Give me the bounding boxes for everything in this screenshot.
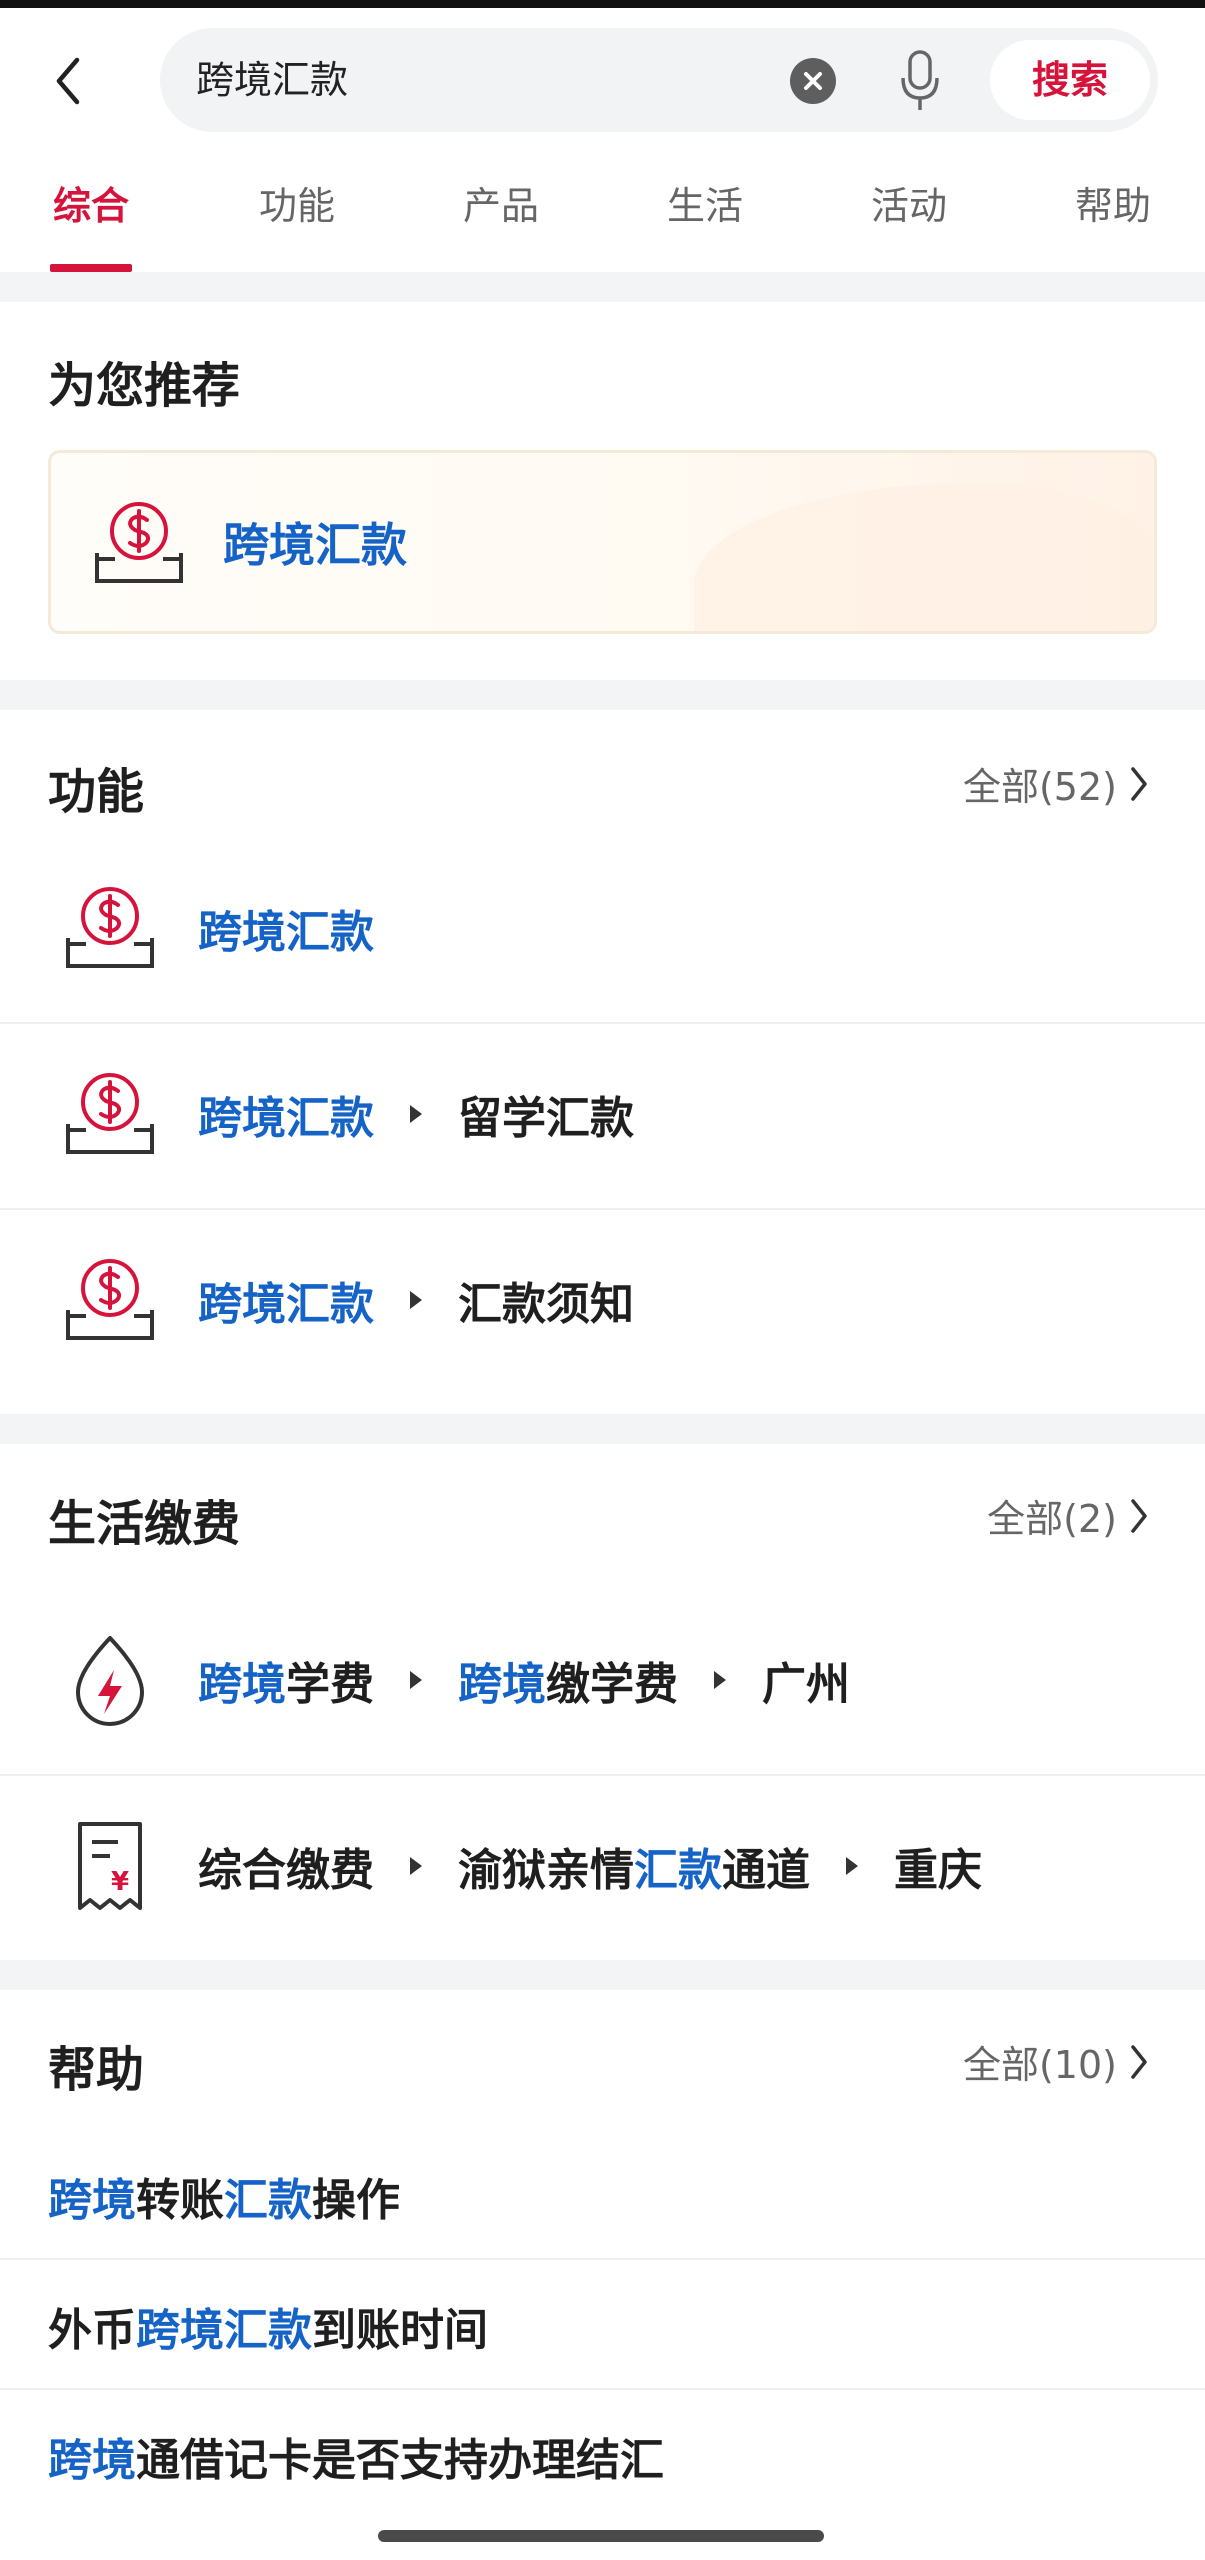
life-payment-label: 跨境 学费 跨境 缴学费 广州: [198, 1630, 850, 1730]
function-result-label: 跨境汇款 汇款须知: [198, 1250, 634, 1350]
help-text-segment: 跨境: [48, 2175, 136, 2226]
chevron-right-icon: [1131, 2044, 1147, 2079]
help-view-all-link[interactable]: 全部(10): [963, 2034, 1149, 2089]
breadcrumb-arrow-icon: [714, 1671, 726, 1689]
result-text-segment: 缴学费: [546, 1659, 678, 1710]
chevron-left-icon: [56, 57, 80, 105]
section-divider: [0, 1960, 1205, 1990]
help-section-title: 帮助: [48, 2042, 145, 2098]
help-text-segment: 汇款: [224, 2175, 312, 2226]
dollar-coin-tray-icon: [66, 887, 154, 968]
result-text-segment: 跨境汇款: [198, 1093, 374, 1144]
chevron-right-icon: [1131, 1498, 1147, 1533]
help-text-segment: 操作: [312, 2175, 400, 2226]
life-payment-label: 综合缴费 渝狱亲情 汇款 通道 重庆: [198, 1816, 982, 1916]
section-divider: [0, 272, 1205, 302]
life-view-all-label: 全部(2): [987, 1497, 1117, 1541]
result-text-segment: 跨境: [458, 1659, 546, 1710]
function-result-row[interactable]: [0, 836, 1205, 1022]
help-text-segment: 跨境汇款: [136, 2305, 312, 2356]
svg-text:¥: ¥: [111, 1867, 129, 1897]
result-text-segment: 跨境: [198, 1659, 286, 1710]
back-button[interactable]: [40, 46, 96, 116]
breadcrumb-arrow-icon: [410, 1671, 422, 1689]
electricity-drop-icon: [76, 1636, 144, 1726]
help-text-segment: 转账: [136, 2175, 224, 2226]
help-text-segment: 通借记卡是否支持办理结汇: [136, 2435, 664, 2486]
chevron-right-icon: [1131, 766, 1147, 801]
tab-functions[interactable]: 功能: [236, 140, 358, 272]
result-text-segment: 留学汇款: [458, 1093, 634, 1144]
help-article-link[interactable]: 外币跨境汇款到账时间: [48, 2294, 488, 2358]
card-decoration: [694, 483, 1154, 631]
result-text-segment: 汇款: [634, 1845, 722, 1896]
search-header: 跨境汇款 搜索: [0, 8, 1205, 138]
result-tabs: 综合 功能 产品 生活 活动 帮助: [0, 140, 1205, 272]
function-result-label: 跨境汇款: [198, 878, 374, 978]
result-text-segment: 重庆: [894, 1845, 982, 1896]
functions-section-title: 功能: [48, 764, 145, 820]
result-text-segment: 广州: [762, 1659, 850, 1710]
result-text-segment: 跨境汇款: [198, 907, 374, 958]
help-text-segment: 外币: [48, 2305, 136, 2356]
row-divider: [0, 2388, 1205, 2390]
breadcrumb-arrow-icon: [410, 1857, 422, 1875]
help-view-all-label: 全部(10): [962, 2043, 1117, 2087]
function-result-label: 跨境汇款 留学汇款: [198, 1064, 634, 1164]
search-input[interactable]: 跨境汇款 搜索: [160, 28, 1158, 132]
recommend-item-label: 跨境汇款: [223, 518, 407, 572]
active-tab-indicator: [50, 264, 132, 272]
close-icon: [804, 72, 822, 90]
section-divider: [0, 1414, 1205, 1444]
tab-help[interactable]: 帮助: [1052, 140, 1174, 272]
tab-life[interactable]: 生活: [644, 140, 766, 272]
result-text-segment: 综合缴费: [198, 1845, 374, 1896]
section-divider: [0, 680, 1205, 710]
dollar-coin-tray-icon: [66, 1073, 154, 1154]
result-text-segment: 跨境汇款: [198, 1279, 374, 1330]
status-bar-edge: [0, 0, 1205, 8]
tab-all[interactable]: 综合: [30, 140, 152, 272]
help-text-segment: 跨境: [48, 2435, 136, 2486]
help-text-segment: 到账时间: [312, 2305, 488, 2356]
functions-view-all-link[interactable]: 全部(52): [963, 756, 1149, 811]
receipt-yen-icon: ¥: [78, 1822, 142, 1910]
result-text-segment: 学费: [286, 1659, 374, 1710]
home-indicator: [378, 2530, 824, 2542]
search-button[interactable]: 搜索: [990, 40, 1150, 120]
result-text-segment: 渝狱亲情: [458, 1845, 634, 1896]
breadcrumb-arrow-icon: [410, 1105, 422, 1123]
result-text-segment: 汇款须知: [458, 1279, 634, 1330]
help-article-link[interactable]: 跨境通借记卡是否支持办理结汇: [48, 2424, 664, 2488]
breadcrumb-arrow-icon: [410, 1291, 422, 1309]
life-view-all-link[interactable]: 全部(2): [987, 1488, 1149, 1543]
row-divider: [0, 2258, 1205, 2260]
help-article-link[interactable]: 跨境转账汇款操作: [48, 2164, 400, 2228]
recommend-section-title: 为您推荐: [48, 358, 241, 414]
microphone-icon: [901, 50, 939, 110]
tab-activities[interactable]: 活动: [848, 140, 970, 272]
functions-view-all-label: 全部(52): [962, 765, 1117, 809]
result-text-segment: 通道: [722, 1845, 810, 1896]
voice-search-button[interactable]: [892, 46, 948, 116]
breadcrumb-arrow-icon: [846, 1857, 858, 1875]
search-query-text[interactable]: 跨境汇款: [196, 28, 348, 132]
recommend-card[interactable]: 跨境汇款: [48, 450, 1157, 634]
dollar-coin-tray-icon: [66, 1259, 154, 1340]
clear-search-button[interactable]: [790, 58, 836, 104]
life-section-title: 生活缴费: [48, 1496, 241, 1552]
tab-products[interactable]: 产品: [440, 140, 562, 272]
dollar-coin-tray-icon: [95, 502, 183, 583]
